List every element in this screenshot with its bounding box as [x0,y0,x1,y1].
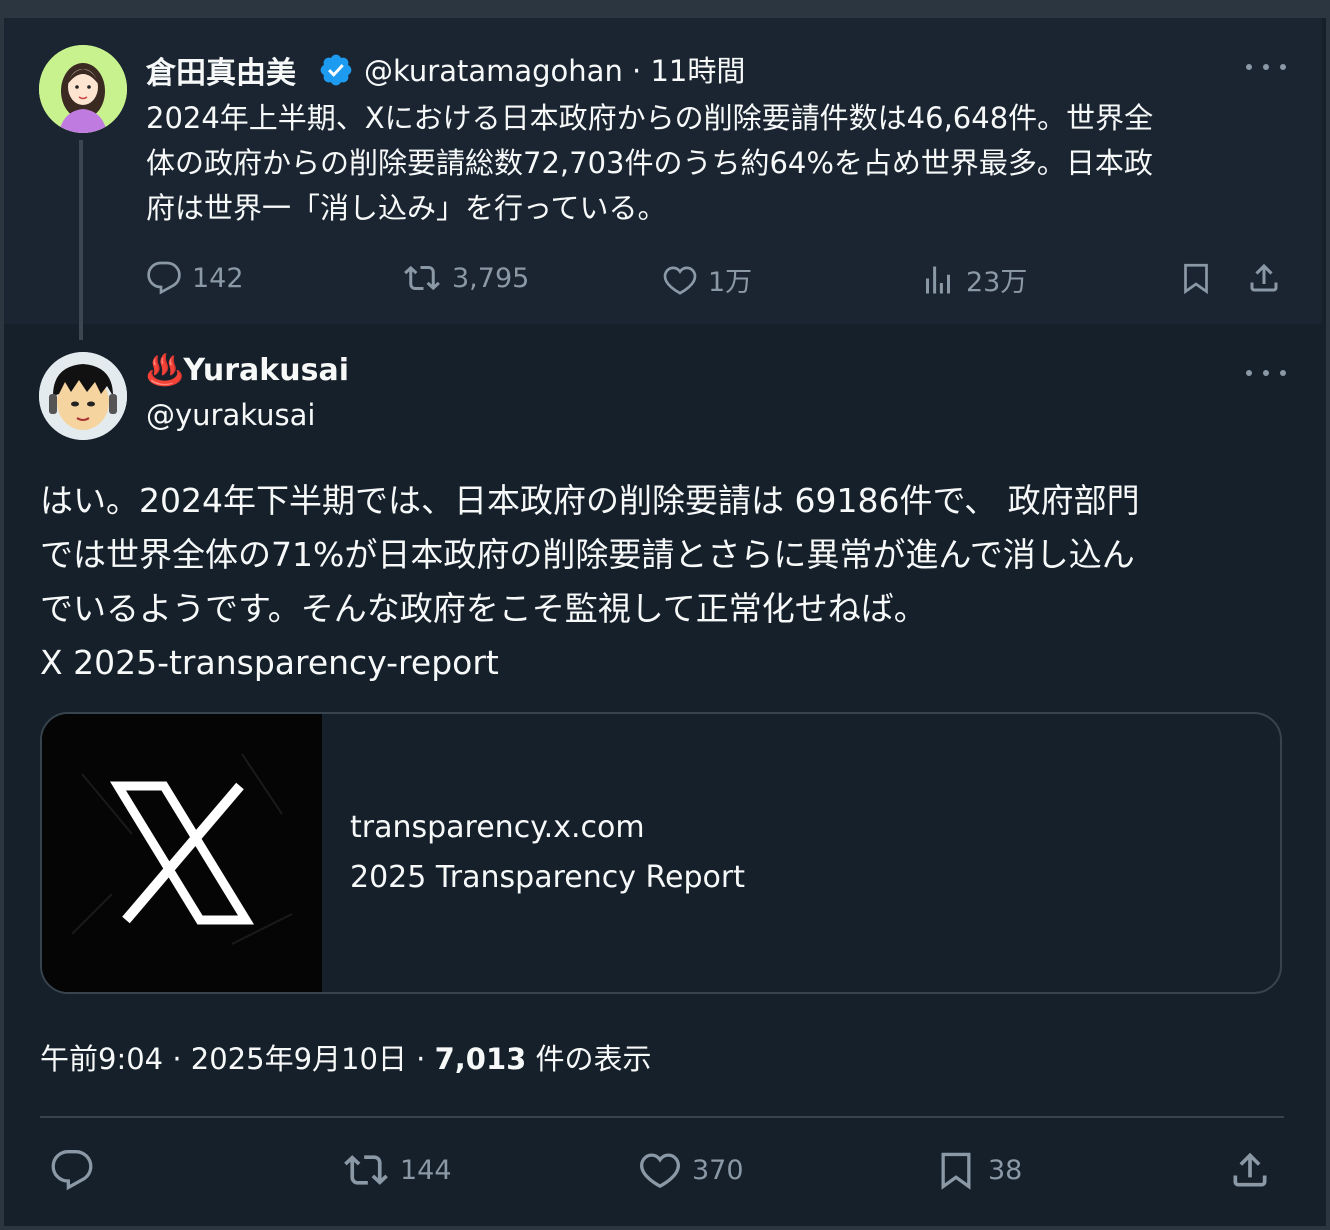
main-avatar[interactable] [39,352,127,440]
parent-avatar[interactable] [39,45,127,133]
parent-view-count: 23万 [966,267,1028,298]
parent-tweet-text: 2024年上半期、Xにおける日本政府からの削除要請件数は46,648件。世界全 … [146,96,1153,231]
woman-avatar-icon [39,45,127,133]
parent-more-button[interactable] [1246,57,1286,77]
tweet-date[interactable]: 2025年9月10日 [191,1042,407,1076]
main-text-line: でいるようです。そんな政府をこそ監視して正常化せねば。 [40,589,927,628]
share-icon [1250,263,1278,292]
hot-springs-icon: ♨️ [146,353,184,388]
tweet-time[interactable]: 午前9:04 [40,1042,163,1076]
share-icon [1233,1152,1267,1187]
parent-like-button[interactable]: 1万 [662,260,752,299]
repost-icon [344,1155,388,1185]
parent-text-line: 体の政府からの削除要請総数72,703件のうち約64%を占め世界最多。日本政 [146,146,1153,180]
card-domain: transparency.x.com [350,810,645,845]
main-like-count: 370 [692,1154,744,1186]
parent-reply-button[interactable]: 142 [146,260,244,296]
x-logo-icon [42,714,322,992]
parent-bookmark-button[interactable] [1178,260,1214,296]
parent-reply-count: 142 [192,262,244,294]
main-text-line: では世界全体の71%が日本政府の削除要請とさらに異常が進んで消し込ん [40,535,1135,574]
parent-handle[interactable]: @kuratamagohan [364,54,623,88]
parent-text-line: 府は世界一「消し込み」を行っている。 [146,191,667,225]
reply-icon [51,1150,93,1191]
views-count: 7,013 [434,1042,527,1076]
thread-connector [79,140,83,340]
parent-share-button[interactable] [1246,260,1282,296]
meta-sep: · [172,1042,182,1076]
main-share-button[interactable] [1228,1148,1272,1192]
main-repost-button[interactable]: 144 [342,1148,452,1192]
parent-views-button[interactable]: 23万 [920,260,1027,299]
main-author-name-line[interactable]: ♨️Yurakusai [146,353,349,388]
bookmark-icon [1184,263,1208,295]
main-more-button[interactable] [1246,363,1286,383]
card-title: 2025 Transparency Report [350,860,745,895]
heart-icon [640,1153,680,1189]
parent-handle-line: @kuratamagohan · 11時間 [364,48,745,90]
verified-badge-icon [320,54,352,86]
analytics-icon [926,266,950,293]
parent-repost-count: 3,795 [452,262,530,294]
main-repost-count: 144 [400,1154,452,1186]
parent-text-line: 2024年上半期、Xにおける日本政府からの削除要請件数は46,648件。世界全 [146,101,1154,135]
main-bookmark-button[interactable]: 38 [934,1148,1022,1192]
tweet-meta: 午前9:04 · 2025年9月10日 · 7,013 件の表示 [40,1036,652,1078]
meta-sep: · [416,1042,426,1076]
link-card[interactable]: transparency.x.com 2025 Transparency Rep… [40,712,1282,994]
heart-icon [663,265,697,295]
main-bookmark-count: 38 [988,1154,1023,1186]
divider [40,1116,1284,1118]
parent-time[interactable]: 11時間 [650,54,745,88]
card-image [42,714,322,992]
parent-sep: · [632,54,642,88]
main-tweet-text: はい。2024年下半期では、日本政府の削除要請は 69186件で、 政府部門 で… [40,474,1140,690]
boy-avatar-icon [39,352,127,440]
parent-repost-button[interactable]: 3,795 [402,260,529,296]
main-like-button[interactable]: 370 [638,1148,744,1192]
main-author-name: Yurakusai [183,353,349,388]
main-text-line: X 2025-transparency-report [40,643,499,682]
main-text-line: はい。2024年下半期では、日本政府の削除要請は 69186件で、 政府部門 [40,481,1140,520]
bookmark-icon [941,1152,971,1190]
main-reply-button[interactable] [50,1148,94,1192]
views-label: 件の表示 [535,1042,652,1076]
main-handle[interactable]: @yurakusai [146,398,315,432]
parent-author-name[interactable]: 倉田真由美 [146,48,296,92]
repost-icon [404,265,440,291]
parent-like-count: 1万 [708,267,753,298]
reply-icon [147,261,181,295]
